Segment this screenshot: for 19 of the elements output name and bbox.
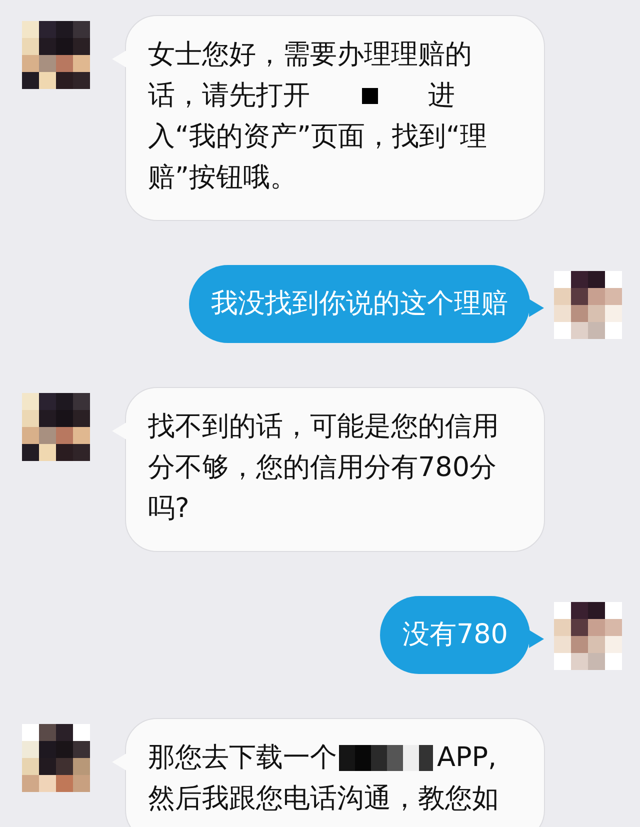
- message-text: 入“我的资产”页面，找到“理: [148, 120, 487, 154]
- message-text: 话，请先打开: [148, 79, 310, 113]
- message-text: 赔”按钮哦。: [148, 161, 297, 195]
- avatar[interactable]: [554, 602, 622, 670]
- message-text: APP,: [437, 741, 497, 775]
- avatar[interactable]: [22, 393, 90, 461]
- redaction-mark: [362, 88, 378, 104]
- message-text: 没有780: [402, 618, 508, 652]
- message-text: 我没找到你说的这个理赔: [211, 287, 508, 321]
- message-text: 吗?: [148, 492, 190, 526]
- message-text: 分不够，您的信用分有780分: [148, 451, 497, 485]
- message-text: 那您去下载一个: [148, 741, 337, 775]
- message-text: 然后我跟您电话沟通，教您如: [148, 782, 499, 816]
- avatar[interactable]: [22, 724, 90, 792]
- message-text: 进: [428, 79, 455, 113]
- message-text: 找不到的话，可能是您的信用: [148, 410, 499, 444]
- message-text: 女士您好，需要办理理赔的: [148, 38, 472, 72]
- avatar[interactable]: [554, 271, 622, 339]
- avatar[interactable]: [22, 21, 90, 89]
